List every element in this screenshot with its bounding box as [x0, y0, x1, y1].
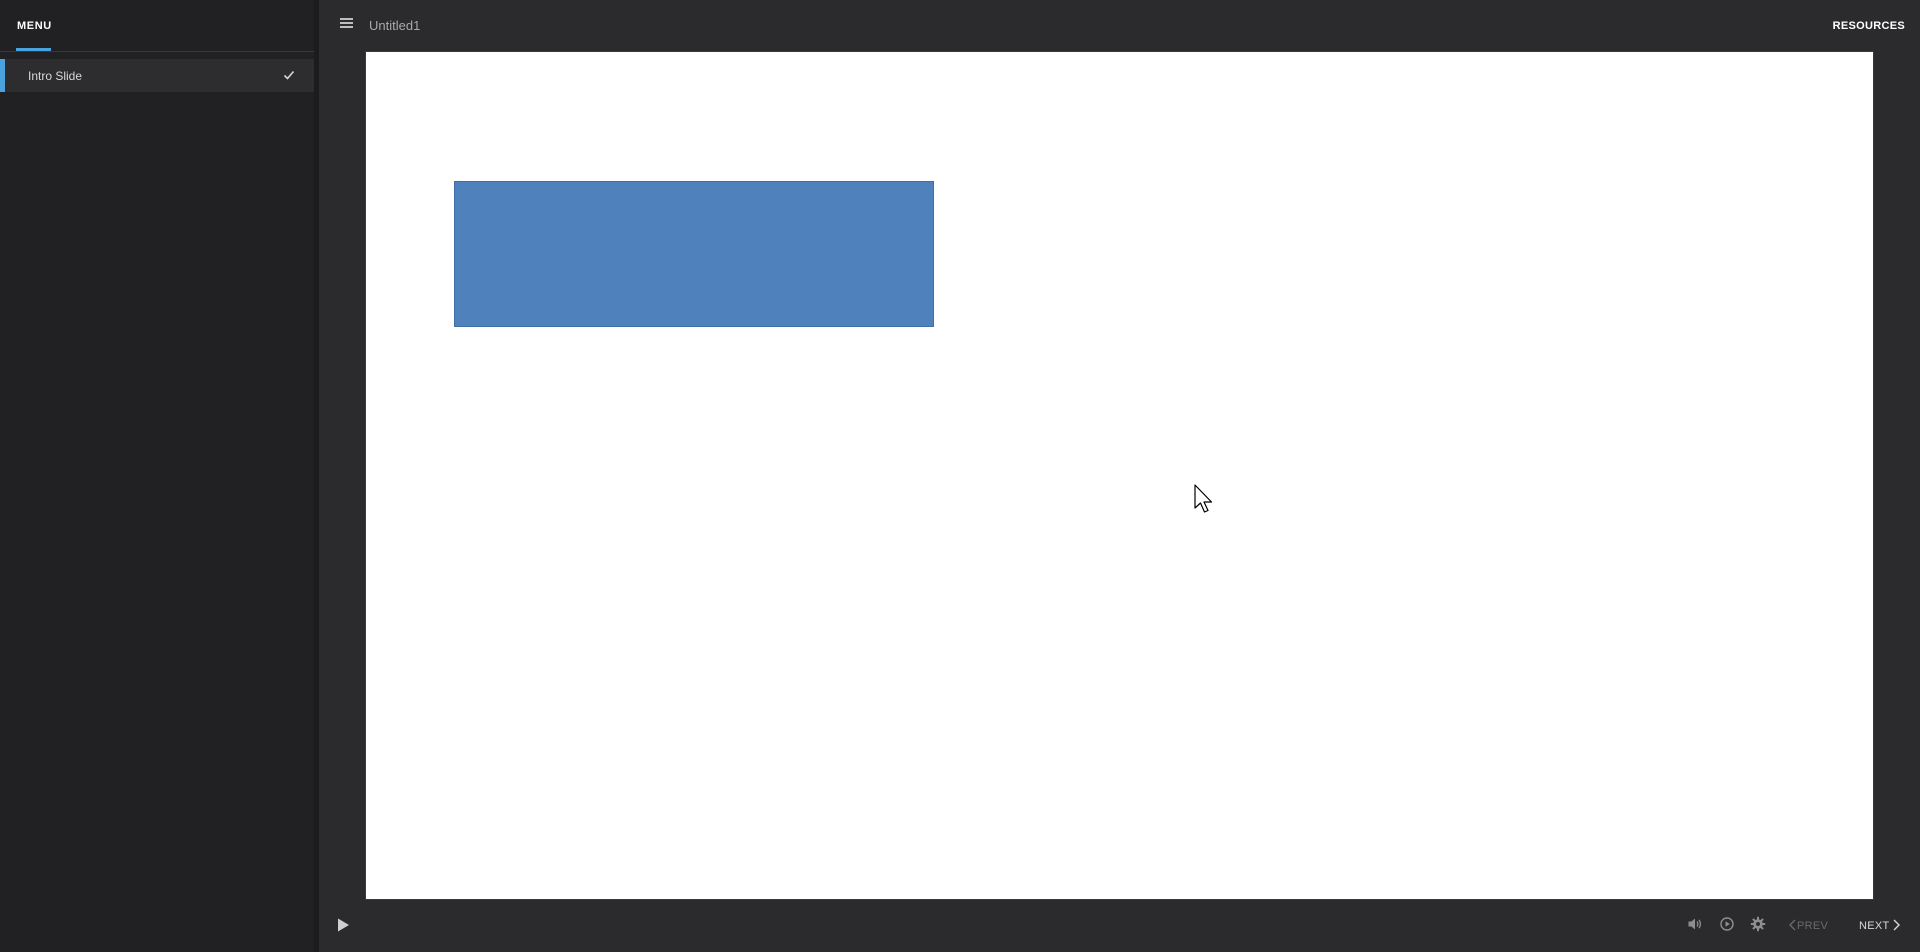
mouse-cursor-icon	[1194, 484, 1213, 513]
resources-button[interactable]: RESOURCES	[1833, 0, 1905, 53]
volume-icon[interactable]	[1687, 916, 1703, 932]
menu-item-label: Intro Slide	[28, 69, 83, 83]
prev-label: PREV	[1797, 920, 1829, 932]
prev-button[interactable]: PREV	[1788, 899, 1828, 952]
course-title: Untitled1	[369, 18, 421, 33]
playback-controls: PREV NEXT	[319, 899, 1920, 952]
menu-item-intro-slide[interactable]: Intro Slide	[0, 59, 317, 92]
sidebar-header: MENU	[0, 0, 319, 52]
current-item-indicator	[0, 59, 5, 92]
player-app: MENU Intro Slide Untitled1 RESOURCES PRE…	[0, 0, 1920, 952]
check-icon	[283, 70, 295, 80]
menu-list: Intro Slide	[0, 59, 317, 92]
next-label: NEXT	[1859, 920, 1890, 932]
active-tab-indicator	[16, 48, 51, 51]
slide-canvas[interactable]	[365, 51, 1874, 900]
sidebar-divider	[314, 0, 319, 952]
chevron-left-icon	[1789, 919, 1796, 931]
play-icon[interactable]	[335, 917, 351, 933]
chevron-right-icon	[1893, 919, 1900, 931]
playback-speed-icon[interactable]	[1719, 916, 1735, 932]
gear-icon[interactable]	[1750, 916, 1766, 932]
blue-rectangle-shape	[454, 181, 934, 327]
hamburger-icon[interactable]	[340, 18, 354, 30]
sidebar: MENU Intro Slide	[0, 0, 319, 952]
top-bar: Untitled1 RESOURCES	[319, 0, 1920, 52]
next-button[interactable]: NEXT	[1859, 899, 1901, 952]
tab-menu[interactable]: MENU	[17, 0, 52, 51]
